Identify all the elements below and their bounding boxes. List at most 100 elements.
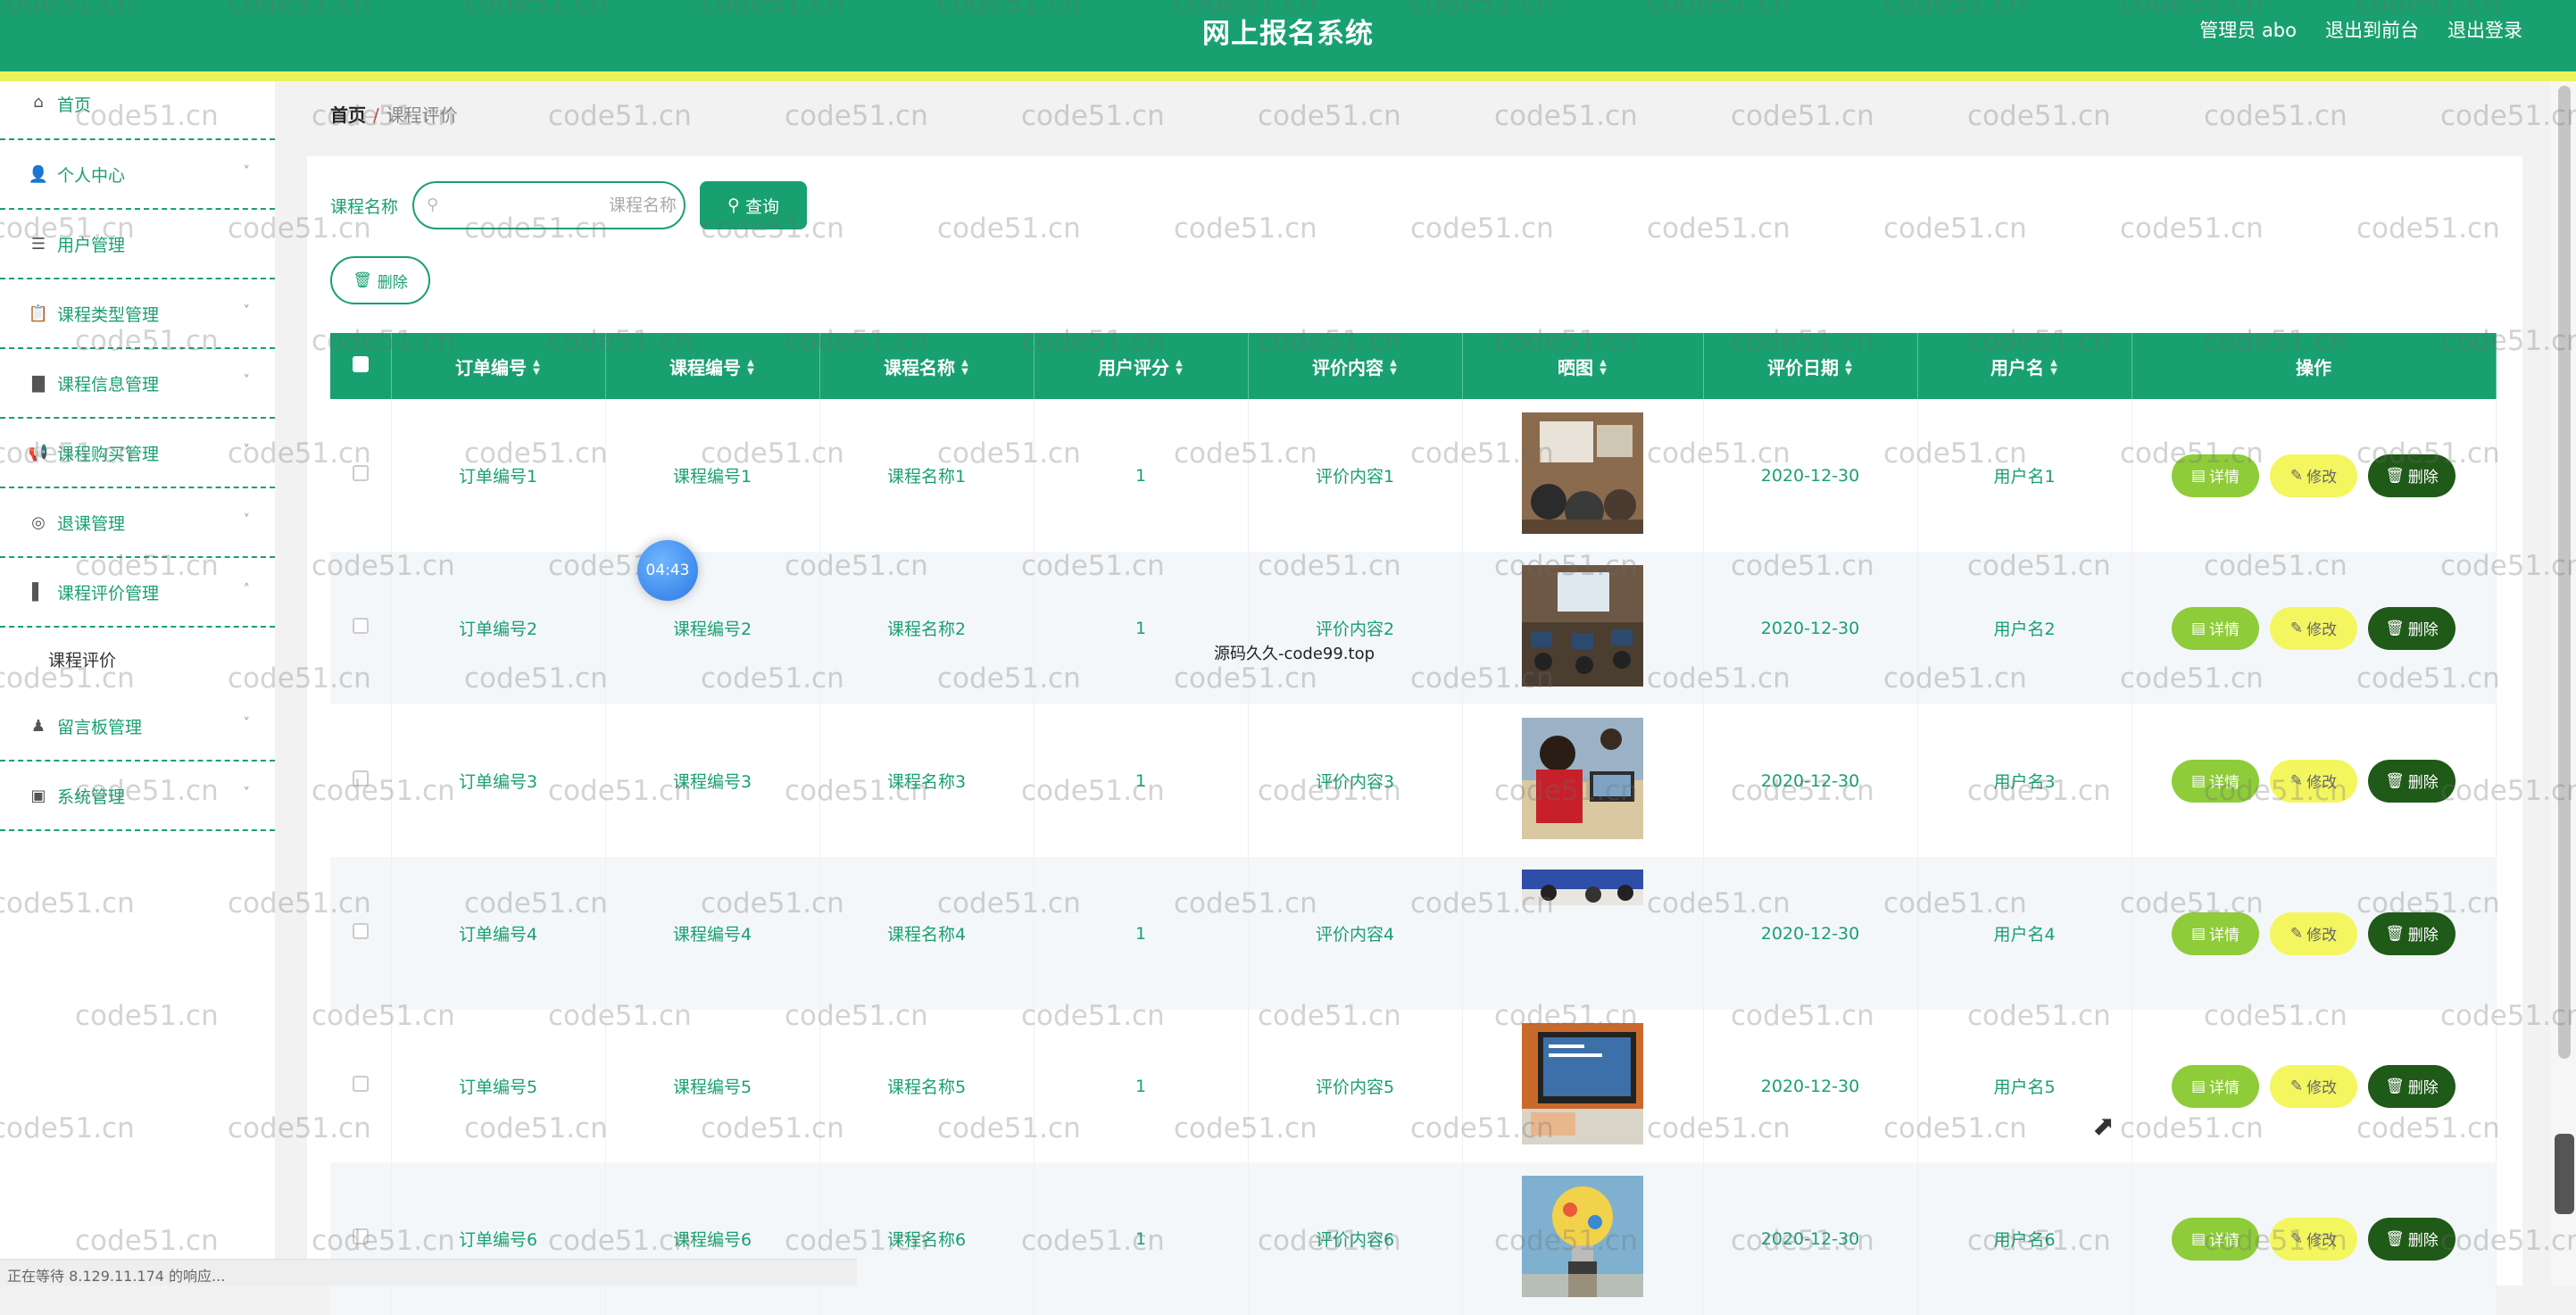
sidebar-item-9[interactable]: ▣ 系统管理 ˅ [0,762,275,831]
sidebar-item-0[interactable]: ⌂ 首页 [0,81,275,140]
column-header-label: 评价日期 [1767,356,1839,379]
edit-button[interactable]: ✎ 修改 [2270,1217,2357,1261]
pencil-icon: ✎ [2289,771,2304,790]
scrollbar-thumb[interactable] [2558,86,2571,1059]
edit-button[interactable]: ✎ 修改 [2270,454,2357,497]
exit-to-front-link[interactable]: 退出到前台 [2325,16,2419,43]
column-header-6[interactable]: 评价日期 ▲▼ [1703,333,1918,399]
computer-lab-photo[interactable] [1522,565,1643,687]
laptop-photo[interactable] [1522,1023,1643,1144]
column-header-7[interactable]: 用户名 ▲▼ [1917,333,2132,399]
breadcrumb-home[interactable]: 首页 [330,104,366,126]
stand-icon: ▇ [32,373,45,393]
column-header-3[interactable]: 用户评分 ▲▼ [1034,333,1249,399]
detail-button[interactable]: ▤ 详情 [2172,606,2259,650]
trash-icon: 🗑 [2385,466,2405,485]
row-checkbox[interactable] [352,618,369,634]
column-header-label: 用户名 [1990,356,2044,379]
batch-delete-button[interactable]: 🗑 删除 [330,256,430,304]
search-label: 课程名称 [330,197,399,217]
edit-button-label: 修改 [2306,469,2338,487]
sort-icon[interactable]: ▲▼ [746,358,755,377]
document-icon: ▤ [2190,771,2206,790]
sidebar-item-4[interactable]: ▇ 课程信息管理 ˅ [0,349,275,419]
cell-content: 评价内容4 [1248,857,1463,1010]
cell-date: 2020-12-30 [1703,1010,1918,1162]
row-checkbox[interactable] [352,465,369,481]
admin-user-label[interactable]: 管理员 abo [2199,16,2297,43]
delete-button[interactable]: 🗑 删除 [2368,1064,2456,1108]
sort-icon[interactable]: ▲▼ [960,358,969,377]
search-icon: ⚲ [727,196,740,215]
sidebar-item-7[interactable]: ▌ 课程评价管理 ˄ [0,558,275,628]
sort-icon[interactable]: ▲▼ [1389,358,1398,377]
column-header-5[interactable]: 晒图 ▲▼ [1462,333,1704,399]
detail-button[interactable]: ▤ 详情 [2172,759,2259,803]
detail-button[interactable]: ▤ 详情 [2172,454,2259,497]
cell-score: 1 [1034,1010,1249,1162]
column-header-label: 用户评分 [1098,356,1169,379]
cell-course-no: 课程编号3 [605,704,820,857]
sidebar-subitem-course-review[interactable]: 课程评价 [0,628,275,692]
lecture-strip-photo[interactable] [1522,870,1643,905]
pencil-icon: ✎ [2289,466,2304,485]
edit-button[interactable]: ✎ 修改 [2270,606,2357,650]
sidebar-item-8[interactable]: ♟ 留言板管理 ˅ [0,692,275,762]
edit-button[interactable]: ✎ 修改 [2270,1064,2357,1108]
sort-icon[interactable]: ▲▼ [532,358,541,377]
monitor-icon: ▣ [30,786,46,805]
edit-button[interactable]: ✎ 修改 [2270,911,2357,955]
delete-button[interactable]: 🗑 删除 [2368,454,2456,497]
sidebar-item-1[interactable]: 👤 个人中心 ˅ [0,140,275,210]
home-icon: ⌂ [33,92,44,112]
student-photo[interactable] [1522,718,1643,839]
cell-course-no: 课程编号6 [605,1162,820,1315]
row-checkbox[interactable] [352,1076,369,1092]
row-actions: ▤ 详情 ✎ 修改 🗑 删除 [2131,399,2497,552]
column-header-0[interactable]: 订单编号 ▲▼ [391,333,606,399]
document-icon: ▤ [2190,619,2206,637]
delete-button[interactable]: 🗑 删除 [2368,1217,2456,1261]
sidebar-item-3[interactable]: 📋 课程类型管理 ˅ [0,279,275,349]
scrollbar-handle[interactable] [2555,1134,2574,1214]
edit-button-label: 修改 [2306,1079,2338,1097]
table-row: 订单编号4 课程编号4 课程名称4 1 评价内容4 2020-12-30 用户名4 ▤ 详情 ✎ 修… [330,857,2497,1010]
column-header-4[interactable]: 评价内容 ▲▼ [1248,333,1463,399]
stamp-icon: ♟ [30,716,46,736]
logout-link[interactable]: 退出登录 [2447,16,2522,43]
delete-button-label: 删除 [2407,1232,2439,1250]
delete-button[interactable]: 🗑 删除 [2368,911,2456,955]
classroom-photo[interactable] [1522,412,1643,534]
detail-button[interactable]: ▤ 详情 [2172,911,2259,955]
sidebar-item-label: 个人中心 [57,165,126,186]
column-header-2[interactable]: 课程名称 ▲▼ [819,333,1035,399]
search-input[interactable] [453,190,677,221]
cell-content: 评价内容3 [1248,704,1463,857]
detail-button[interactable]: ▤ 详情 [2172,1064,2259,1108]
search-field[interactable]: ⚲ [412,181,686,229]
detail-button[interactable]: ▤ 详情 [2172,1217,2259,1261]
query-button[interactable]: ⚲ 查询 [700,181,807,229]
sidebar-item-2[interactable]: ☰ 用户管理 [0,210,275,279]
cell-course-no: 课程编号1 [605,399,820,552]
column-header-label: 订单编号 [455,356,527,379]
sidebar-item-6[interactable]: ◎ 退课管理 ˅ [0,488,275,558]
chevron-up-icon: ˄ [243,581,251,597]
sort-icon[interactable]: ▲▼ [1175,358,1184,377]
row-checkbox[interactable] [352,923,369,939]
delete-button-label: 删除 [2407,927,2439,945]
sort-icon[interactable]: ▲▼ [2049,358,2058,377]
delete-button[interactable]: 🗑 删除 [2368,759,2456,803]
lightbulb-photo[interactable] [1522,1176,1643,1297]
sort-icon[interactable]: ▲▼ [1844,358,1853,377]
select-all-checkbox[interactable] [352,356,369,372]
detail-button-label: 详情 [2209,1232,2240,1250]
sidebar-item-5[interactable]: 📢 课程购买管理 ˅ [0,419,275,488]
row-checkbox[interactable] [352,1228,369,1244]
row-checkbox[interactable] [352,770,369,787]
column-header-1[interactable]: 课程编号 ▲▼ [605,333,820,399]
center-watermark: 源码久久-code99.top [1214,645,1375,663]
sort-icon[interactable]: ▲▼ [1599,358,1608,377]
delete-button[interactable]: 🗑 删除 [2368,606,2456,650]
edit-button[interactable]: ✎ 修改 [2270,759,2357,803]
